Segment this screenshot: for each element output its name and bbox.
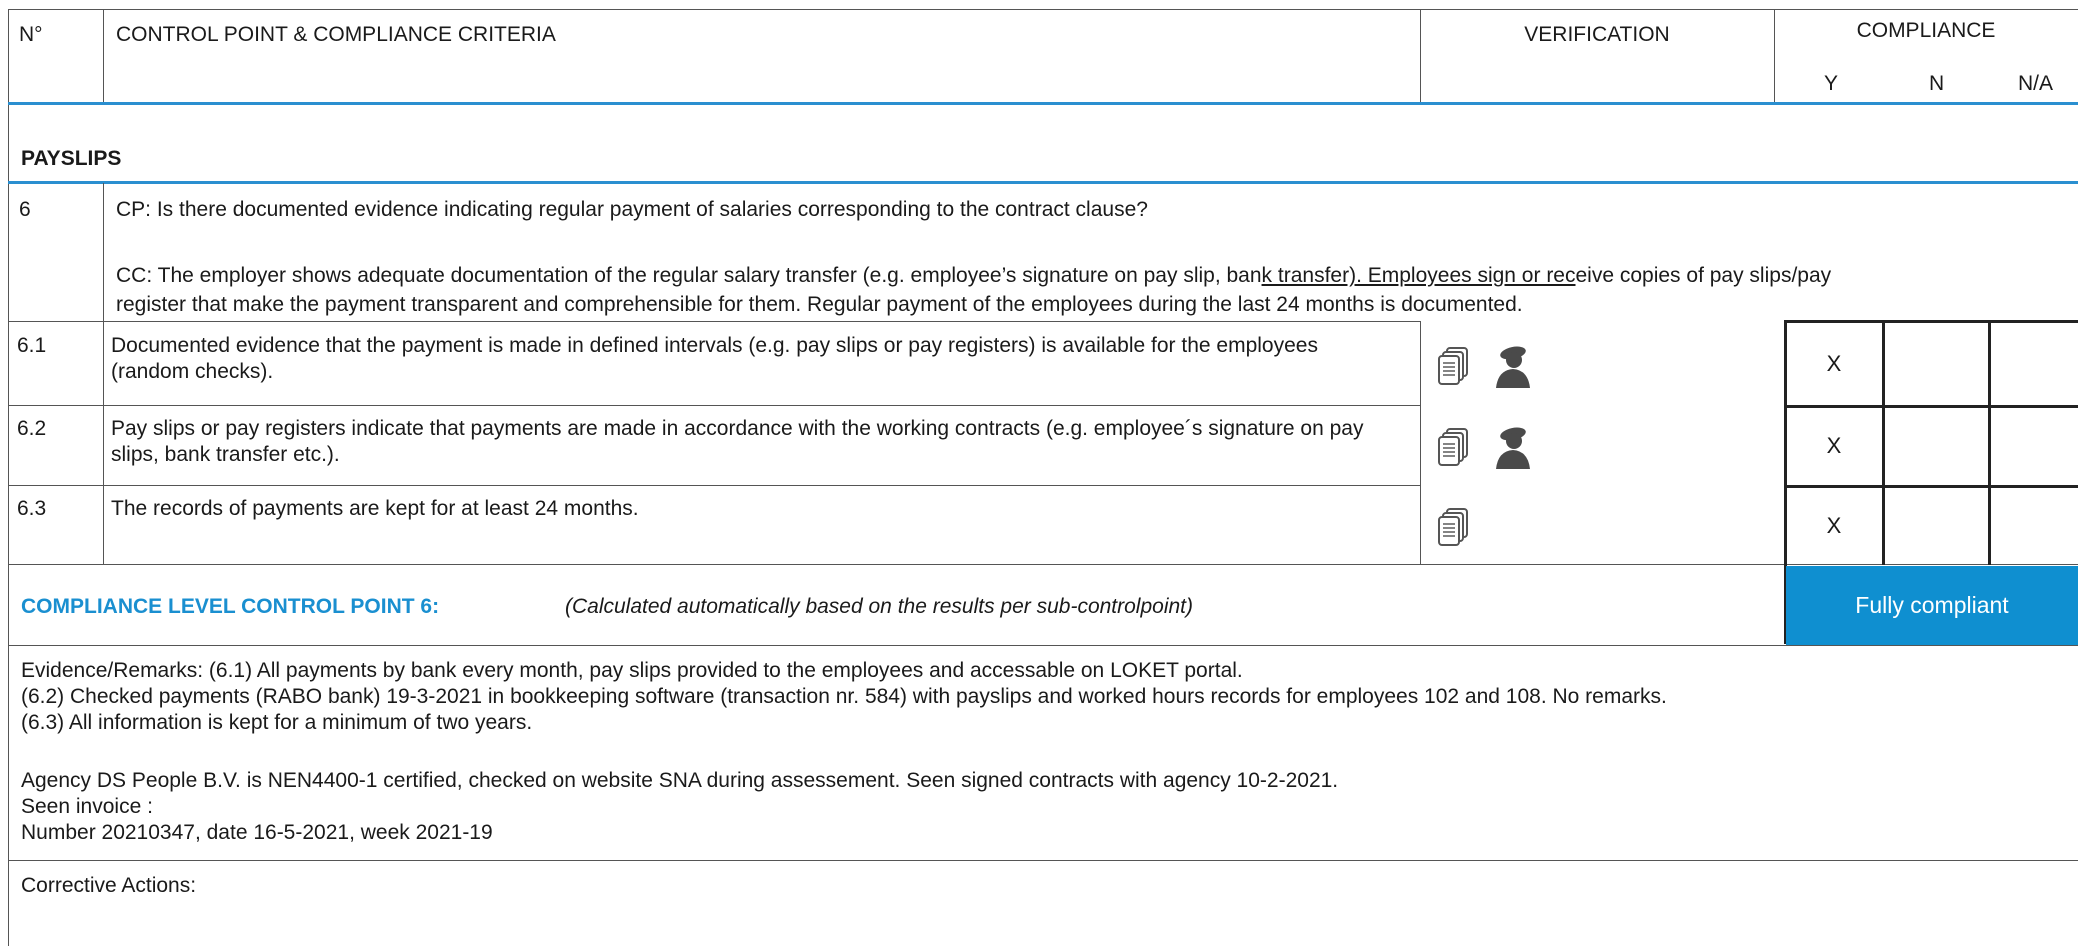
subpoint-text: Documented evidence that the payment is … — [111, 334, 1318, 383]
row-divider — [8, 564, 2078, 565]
header-control-point: CONTROL POINT & COMPLIANCE CRITERIA — [116, 23, 556, 46]
evidence-line: Seen invoice : — [21, 795, 153, 818]
header-na: N/A — [2018, 72, 2054, 95]
cp-text: CP: Is there documented evidence indicat… — [116, 198, 1148, 221]
header-verification: VERIFICATION — [1524, 23, 1670, 46]
person-icon — [1496, 427, 1530, 469]
cc-text-part: CC: The employer shows adequate document… — [116, 264, 1262, 287]
compliance-n-cell[interactable] — [1885, 407, 1988, 485]
row-divider — [8, 321, 1420, 322]
evidence-line: Agency DS People B.V. is NEN4400-1 certi… — [21, 769, 1339, 792]
compliance-n-cell[interactable] — [1885, 487, 1988, 564]
compliance-na-cell[interactable] — [1991, 407, 2078, 485]
row-divider — [8, 645, 2078, 646]
subpoint-number: 6.1 — [17, 334, 47, 357]
section-bottom-rule — [8, 181, 2078, 184]
row-divider — [8, 485, 1420, 486]
compliance-result-badge: Fully compliant — [1786, 566, 2078, 645]
header-y: Y — [1824, 72, 1839, 95]
document-icon — [1438, 347, 1468, 385]
evidence-line: Evidence/Remarks: (6.1) All payments by … — [21, 659, 1243, 682]
compliance-na-cell[interactable] — [1991, 487, 2078, 564]
subpoint-number: 6.2 — [17, 417, 47, 440]
header-col-divider — [103, 9, 104, 104]
subpoint-text: Pay slips or pay registers indicate that… — [111, 417, 1364, 466]
cc-text-underlined: k transfer). Employees sign or rec — [1261, 264, 1576, 287]
person-icon — [1496, 346, 1530, 388]
header-bottom-rule — [8, 102, 2078, 105]
row-divider — [8, 405, 1420, 406]
evidence-line: (6.3) All information is kept for a mini… — [21, 711, 533, 734]
subpoint-text: The records of payments are kept for at … — [111, 497, 639, 520]
compliance-na-cell[interactable] — [1991, 322, 2078, 405]
section-title: PAYSLIPS — [21, 147, 122, 170]
cc-text-line2: register that make the payment transpare… — [116, 293, 1523, 316]
evidence-line: Number 20210347, date 16-5-2021, week 20… — [21, 821, 493, 844]
header-compliance: COMPLIANCE — [1856, 19, 1996, 42]
compliance-level-note: (Calculated automatically based on the r… — [565, 595, 1194, 618]
verification-col-divider — [1420, 321, 1421, 564]
cp-number: 6 — [19, 198, 31, 221]
cp-col-divider — [103, 183, 104, 564]
table-left-border — [8, 9, 9, 946]
compliance-y-cell[interactable]: X — [1786, 487, 1882, 564]
cc-text-part: eive copies of pay slips/pay — [1575, 264, 1832, 287]
evidence-line: (6.2) Checked payments (RABO bank) 19-3-… — [21, 685, 1667, 708]
header-number: N° — [19, 23, 43, 46]
compliance-y-cell[interactable]: X — [1786, 322, 1882, 405]
compliance-level-label: COMPLIANCE LEVEL CONTROL POINT 6: — [21, 595, 440, 618]
subpoint-number: 6.3 — [17, 497, 47, 520]
document-icon — [1438, 508, 1468, 546]
compliance-y-cell[interactable]: X — [1786, 407, 1882, 485]
cc-text-line1: CC: The employer shows adequate document… — [116, 263, 1831, 289]
compliance-n-cell[interactable] — [1885, 322, 1988, 405]
table-top-border — [8, 9, 2078, 10]
row-divider — [8, 860, 2078, 861]
document-icon — [1438, 428, 1468, 466]
corrective-actions-label: Corrective Actions: — [21, 874, 197, 897]
header-n: N — [1929, 72, 1945, 95]
